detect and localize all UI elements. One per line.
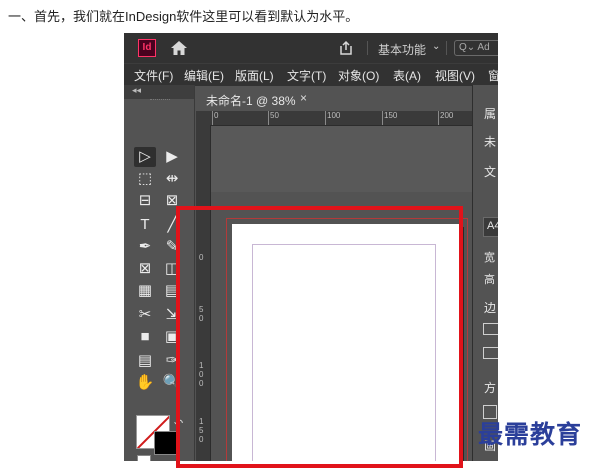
pen-tool-icon[interactable]: ✒ [135,237,155,257]
orientation-landscape-icon[interactable] [483,347,498,359]
ruler-label: 50 [270,111,279,120]
direct-selection-tool-icon[interactable]: ▶ [162,147,182,167]
share-icon[interactable] [338,40,354,56]
collapse-icon[interactable]: ◂◂ [132,85,141,96]
horizontal-ruler[interactable]: 0 50 100 150 200 [196,111,472,126]
menu-object[interactable]: 对象(O) [338,67,379,84]
type-tool-icon[interactable]: T [135,215,155,235]
close-icon[interactable]: × [300,91,307,105]
scissors-tool-icon[interactable]: ✂ [135,305,155,325]
document-section-label: 文 [484,165,497,179]
content-collector-icon[interactable]: ⊟ [135,191,155,211]
ruler-tick [325,111,326,125]
annotation-highlight-box [176,206,463,468]
default-colors-icon[interactable] [137,455,151,461]
rectangle-frame-tool-icon[interactable]: ⊠ [135,259,155,279]
direction-label: 方 [484,381,497,395]
panel-title[interactable]: 属 [484,105,496,122]
chevron-down-icon[interactable]: ⌄ [432,41,440,52]
properties-panel: 属 未 文 A4 宽 高 边 方 画 [472,85,498,461]
selection-tool-icon[interactable]: ▷ [135,147,155,167]
page-size-value: A4 [487,220,498,232]
watermark-logo: 最需教育 [478,420,583,449]
document-name-label: 未 [484,135,497,149]
page-tool-icon[interactable]: ⬚ [135,169,155,189]
table-tool-icon[interactable]: ▦ [135,281,155,301]
divider [446,41,447,55]
pasteboard [211,126,472,192]
ruler-label: 200 [440,111,454,120]
document-tab[interactable]: 未命名-1 @ 38% × [196,87,320,111]
ruler-label: 100 [327,111,341,120]
app-top-bar: Id 基本功能 ⌄ Q⌄ Ad [124,33,498,63]
ruler-tick [382,111,383,125]
menu-view[interactable]: 视图(V) [435,67,475,84]
search-placeholder: Ad [477,42,490,53]
margins-label: 边 [484,301,497,315]
gap-tool-icon[interactable]: ⇹ [162,169,182,189]
hand-tool-icon[interactable]: ✋ [135,373,155,393]
workspace-switcher[interactable]: 基本功能 [378,41,426,58]
menu-edit[interactable]: 编辑(E) [184,67,224,84]
width-label: 宽 [484,252,495,264]
note-tool-icon[interactable]: ▤ [135,351,155,371]
menu-table[interactable]: 表(A) [393,67,421,84]
menu-type[interactable]: 文字(T) [287,67,326,84]
search-icon: Q⌄ [459,42,476,53]
page-size-select[interactable]: A4 [483,217,498,237]
ruler-label: 0 [214,111,219,120]
gradient-swatch-tool-icon[interactable]: ■ [135,327,155,347]
height-label: 高 [484,274,495,286]
indesign-logo: Id [138,39,156,57]
tools-panel-header[interactable]: ◂◂ [124,85,194,99]
home-icon[interactable] [170,40,188,56]
menu-file[interactable]: 文件(F) [134,67,173,84]
ruler-tick [438,111,439,125]
search-input[interactable]: Q⌄ Ad [454,40,498,56]
divider [367,41,368,55]
orientation-portrait-icon[interactable] [483,323,498,335]
menu-layout[interactable]: 版面(L) [235,67,274,84]
ruler-label: 150 [384,111,398,120]
ruler-tick [268,111,269,125]
ruler-tick [212,111,213,125]
menu-bar: 文件(F) 编辑(E) 版面(L) 文字(T) 对象(O) 表(A) 视图(V)… [124,63,498,86]
panel-grip[interactable] [150,99,170,104]
stroke-swatch[interactable] [154,431,178,455]
intro-text: 一、首先，我们就在InDesign软件这里可以看到默认为水平。 [8,9,359,24]
menu-window[interactable]: 窗 [488,67,498,84]
document-tab-title: 未命名-1 @ 38% [206,94,296,108]
